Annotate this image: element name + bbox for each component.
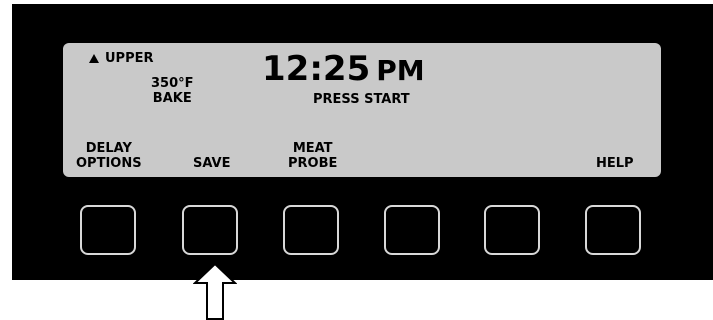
oven-indicator: UPPER [89, 51, 154, 66]
soft-label-line: OPTIONS [76, 156, 142, 171]
oven-label: UPPER [105, 51, 154, 66]
lcd-display: UPPER 350°F BAKE 12:25 PM PRESS START DEL… [63, 43, 661, 177]
soft-label-line: MEAT [292, 141, 333, 156]
soft-key-4-button[interactable] [384, 205, 440, 255]
clock-time: 12:25 [262, 49, 371, 89]
soft-label-save: SAVE [193, 156, 231, 171]
soft-label-meat-probe: MEAT PROBE [288, 141, 337, 171]
soft-key-5-button[interactable] [484, 205, 540, 255]
delay-options-button[interactable] [80, 205, 136, 255]
save-button[interactable] [182, 205, 238, 255]
meat-probe-button[interactable] [283, 205, 339, 255]
cook-mode: BAKE [152, 91, 192, 106]
soft-label-line: DELAY [85, 141, 132, 156]
status-prompt: PRESS START [313, 92, 410, 107]
soft-label-help: HELP [596, 156, 634, 171]
temperature-readout: 350°F [151, 76, 194, 91]
soft-label-delay-options: DELAY OPTIONS [76, 141, 142, 171]
clock-ampm: PM [376, 54, 425, 87]
help-button[interactable] [585, 205, 641, 255]
oven-control-panel-screen: UPPER 350°F BAKE 12:25 PM PRESS START DEL… [0, 0, 713, 320]
soft-key-row [80, 205, 641, 257]
up-arrow-icon [193, 263, 237, 320]
up-triangle-icon [89, 54, 99, 63]
temperature-mode: 350°F BAKE [151, 76, 194, 106]
soft-label-line: PROBE [288, 156, 338, 171]
clock: 12:25 PM [262, 51, 425, 89]
